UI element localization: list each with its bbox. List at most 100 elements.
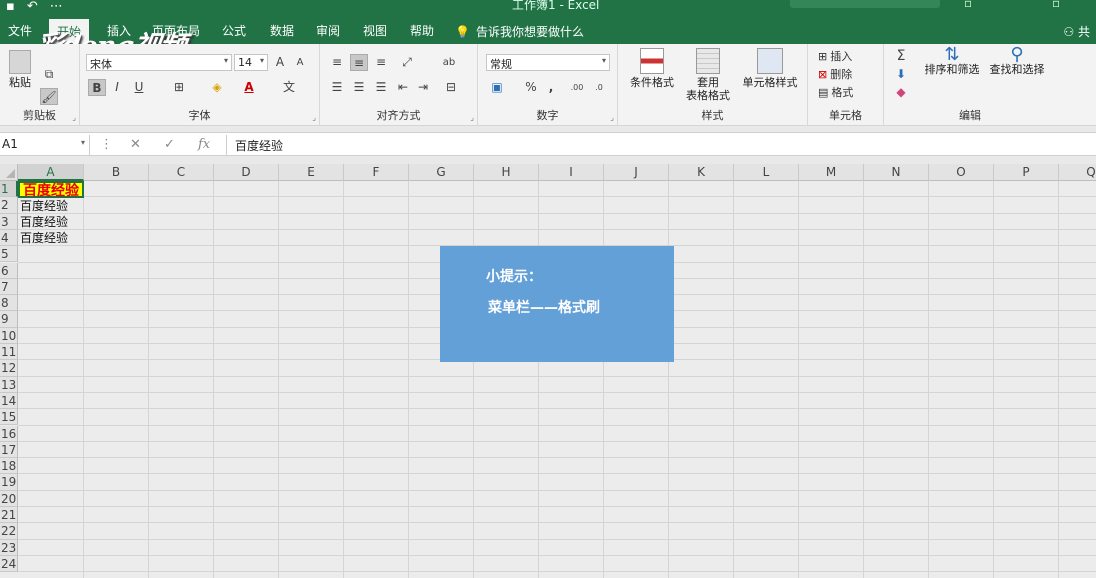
row-header-1[interactable]: 1	[0, 181, 18, 198]
launcher-icon[interactable]: ⌟	[470, 113, 474, 122]
launcher-icon[interactable]: ⌟	[72, 113, 76, 122]
insert-function-icon[interactable]: fx	[198, 137, 210, 152]
grow-font-button[interactable]: A	[271, 54, 289, 71]
row-header-23[interactable]: 23	[0, 539, 18, 556]
launcher-icon[interactable]: ⌟	[610, 113, 614, 122]
cell-a4[interactable]: 百度经验	[20, 230, 68, 246]
row-header-16[interactable]: 16	[0, 425, 18, 442]
percent-button[interactable]: %	[522, 79, 540, 96]
row-header-3[interactable]: 3	[0, 213, 18, 230]
comma-button[interactable]: ,	[542, 79, 560, 96]
borders-button[interactable]: ⊞	[170, 79, 188, 96]
currency-icon[interactable]: ▣	[488, 79, 506, 96]
fill-color-button[interactable]: ◈	[208, 79, 226, 96]
autosum-icon[interactable]: Σ	[892, 48, 910, 65]
restore-icon[interactable]: ▫	[1052, 0, 1060, 10]
tab-file[interactable]: 文件	[8, 23, 32, 41]
font-name-select[interactable]: 宋体 ▾	[86, 54, 232, 71]
tab-data[interactable]: 数据	[270, 23, 294, 41]
row-header-13[interactable]: 13	[0, 376, 18, 393]
column-header-m[interactable]: M	[799, 164, 864, 181]
copy-icon[interactable]: ⧉	[40, 66, 58, 83]
phonetic-button[interactable]: 文	[280, 79, 298, 96]
align-center-icon[interactable]: ☰	[350, 79, 368, 96]
align-top-icon[interactable]: ≡	[328, 54, 346, 71]
share-button[interactable]: ⚇ 共	[1063, 23, 1090, 40]
formula-input[interactable]: 百度经验	[226, 135, 1096, 155]
row-header-20[interactable]: 20	[0, 490, 18, 507]
column-header-i[interactable]: I	[539, 164, 604, 181]
cell-a1[interactable]: 百度经验	[18, 181, 84, 199]
name-box[interactable]: A1 ▾	[0, 135, 90, 155]
row-header-2[interactable]: 2	[0, 197, 18, 214]
cell-a2[interactable]: 百度经验	[20, 198, 68, 214]
select-all-corner[interactable]	[0, 164, 18, 181]
cell-a3[interactable]: 百度经验	[20, 214, 68, 230]
worksheet-grid[interactable]: A B C D E F G H I J K L M N O P Q 1 2 3 4 5 6 7 8 9 10 11 12 13 14 15 16…	[0, 164, 1096, 578]
redo-icon[interactable]: ⋯	[50, 0, 63, 14]
row-header-12[interactable]: 12	[0, 360, 18, 377]
orientation-icon[interactable]: ⤢	[398, 54, 416, 71]
undo-icon[interactable]: ↶	[27, 0, 38, 14]
tab-formulas[interactable]: 公式	[222, 23, 246, 41]
column-header-q[interactable]: Q	[1059, 164, 1096, 181]
underline-button[interactable]: U	[130, 79, 148, 96]
column-header-h[interactable]: H	[474, 164, 539, 181]
clear-icon[interactable]: ◆	[892, 84, 910, 101]
column-header-n[interactable]: N	[864, 164, 929, 181]
column-header-j[interactable]: J	[604, 164, 669, 181]
fill-icon[interactable]: ⬇	[892, 66, 910, 83]
launcher-icon[interactable]: ⌟	[312, 113, 316, 122]
align-bottom-icon[interactable]: ≡	[372, 54, 390, 71]
format-painter-icon[interactable]: 🖌	[40, 88, 58, 105]
enter-icon[interactable]: ✓	[164, 137, 175, 152]
column-header-a[interactable]: A	[18, 164, 84, 181]
row-header-21[interactable]: 21	[0, 507, 18, 524]
row-header-11[interactable]: 11	[0, 344, 18, 361]
format-cells-button[interactable]: ▤ 格式	[818, 84, 853, 100]
column-header-b[interactable]: B	[84, 164, 149, 181]
tab-help[interactable]: 帮助	[410, 23, 434, 41]
row-header-14[interactable]: 14	[0, 392, 18, 410]
paste-button[interactable]: 粘贴	[6, 50, 34, 89]
row-header-9[interactable]: 9	[0, 311, 18, 328]
format-as-table-button[interactable]: 套用 表格格式	[680, 48, 736, 102]
merge-center-icon[interactable]: ⊟	[442, 79, 460, 96]
column-header-l[interactable]: L	[734, 164, 799, 181]
save-icon[interactable]: ▪	[6, 0, 15, 14]
column-header-g[interactable]: G	[409, 164, 474, 181]
insert-cells-button[interactable]: ⊞ 插入	[818, 48, 852, 64]
bold-button[interactable]: B	[88, 79, 106, 96]
align-middle-icon[interactable]: ≡	[350, 54, 368, 71]
italic-button[interactable]: I	[108, 79, 126, 96]
tab-view[interactable]: 视图	[363, 23, 387, 41]
column-header-c[interactable]: C	[149, 164, 214, 181]
cancel-icon[interactable]: ✕	[130, 137, 141, 152]
increase-decimal-button[interactable]: .00	[568, 79, 586, 96]
number-format-select[interactable]: 常规 ▾	[486, 54, 610, 71]
wrap-text-button[interactable]: ab	[440, 54, 458, 71]
align-left-icon[interactable]: ☰	[328, 79, 346, 96]
row-header-5[interactable]: 5	[0, 246, 18, 263]
row-header-19[interactable]: 19	[0, 474, 18, 491]
column-header-k[interactable]: K	[669, 164, 734, 181]
row-header-24[interactable]: 24	[0, 555, 18, 573]
row-header-7[interactable]: 7	[0, 278, 18, 296]
row-header-15[interactable]: 15	[0, 409, 18, 426]
row-header-10[interactable]: 10	[0, 327, 18, 344]
row-header-17[interactable]: 17	[0, 441, 18, 459]
column-header-e[interactable]: E	[279, 164, 344, 181]
column-header-p[interactable]: P	[994, 164, 1059, 181]
column-header-o[interactable]: O	[929, 164, 994, 181]
row-header-8[interactable]: 8	[0, 295, 18, 312]
find-select-button[interactable]: ⚲ 查找和选择	[984, 46, 1050, 77]
font-size-select[interactable]: 14 ▾	[234, 54, 268, 71]
row-header-6[interactable]: 6	[0, 262, 18, 279]
column-header-d[interactable]: D	[214, 164, 279, 181]
increase-indent-icon[interactable]: ⇥	[414, 79, 432, 96]
ribbon-display-icon[interactable]: ▫	[964, 0, 972, 10]
decrease-indent-icon[interactable]: ⇤	[394, 79, 412, 96]
conditional-formatting-button[interactable]: 条件格式	[626, 48, 678, 89]
delete-cells-button[interactable]: ⊠ 删除	[818, 66, 852, 82]
row-header-18[interactable]: 18	[0, 458, 18, 475]
